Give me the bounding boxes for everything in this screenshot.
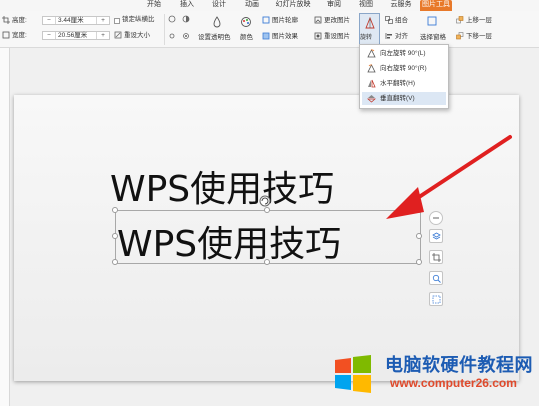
group-button[interactable]: 组合: [395, 16, 408, 25]
watermark-url: www.computer26.com: [390, 376, 517, 390]
tab-insert[interactable]: 插入: [175, 0, 199, 11]
picture-adjust-icon[interactable]: [168, 15, 176, 23]
color-button[interactable]: 颜色: [240, 33, 253, 42]
rotate-handle-icon[interactable]: [258, 194, 272, 208]
ribbon-toolbar: 高度: − 3.44厘米 + 宽度: − 20.56厘米 + 锁定纵横比 重设大…: [0, 11, 539, 48]
send-backward-button[interactable]: 下移一层: [466, 32, 492, 41]
tab-design[interactable]: 设计: [207, 0, 231, 11]
width-decrease-button[interactable]: −: [43, 32, 55, 40]
picture-effect-icon[interactable]: [262, 32, 270, 40]
watermark-title: 电脑软硬件教程网: [385, 355, 533, 375]
bring-forward-icon[interactable]: [456, 16, 464, 24]
crop-float-icon: [432, 253, 441, 262]
menu-item-flip-vertical[interactable]: 垂直翻转(V): [362, 92, 446, 105]
resize-handle-top-right[interactable]: [416, 207, 422, 213]
reset-picture-icon[interactable]: [314, 32, 322, 40]
contrast-icon[interactable]: [182, 15, 190, 23]
slide-canvas[interactable]: WPS使用技巧 WPS使用技巧: [14, 95, 519, 381]
resize-handle-bottom[interactable]: [264, 259, 270, 265]
height-increase-button[interactable]: +: [97, 17, 109, 25]
height-label: 高度:: [12, 17, 27, 24]
height-decrease-button[interactable]: −: [43, 17, 55, 25]
crop-float-button[interactable]: [429, 250, 443, 264]
menu-item-flip-horizontal[interactable]: 水平翻转(H): [362, 77, 446, 90]
layers-icon: [432, 232, 441, 240]
menu-item-rotate-left[interactable]: 向左旋转 90°(L): [362, 47, 446, 60]
lock-ratio-checkbox[interactable]: [114, 18, 120, 24]
tab-picture-tools[interactable]: 图片工具: [420, 0, 452, 11]
align-button[interactable]: 对齐: [395, 32, 408, 41]
picture-effect-button[interactable]: 图片效果: [272, 32, 298, 41]
menu-item-flip-vertical-label: 垂直翻转(V): [380, 95, 415, 102]
group-icon[interactable]: [385, 16, 393, 24]
crop-icon[interactable]: [2, 16, 10, 24]
height-value[interactable]: 3.44厘米: [55, 17, 97, 24]
menu-item-rotate-left-label: 向左旋转 90°(L): [380, 50, 426, 57]
color-icon[interactable]: [240, 16, 252, 28]
slide-thumbnail-panel[interactable]: [0, 48, 10, 406]
collapse-button[interactable]: [429, 211, 443, 225]
minus-icon: [433, 217, 439, 219]
picture-outline-icon[interactable]: [262, 16, 270, 24]
reset-size-icon[interactable]: [114, 31, 122, 39]
width-label: 宽度:: [12, 32, 27, 39]
compress-icon[interactable]: [182, 32, 190, 40]
resize-handle-top[interactable]: [264, 207, 270, 213]
picture-grid-icon: [432, 295, 441, 304]
resize-handle-bottom-right[interactable]: [416, 259, 422, 265]
width-value[interactable]: 20.56厘米: [55, 32, 97, 39]
selected-picture[interactable]: WPS使用技巧: [115, 210, 421, 265]
resize-handle-left[interactable]: [112, 233, 118, 239]
selection-pane-button[interactable]: 选择窗格: [420, 33, 446, 42]
resize-handle-top-left[interactable]: [112, 207, 118, 213]
reset-picture-button[interactable]: 重设图片: [324, 32, 350, 41]
rotate-right-icon: [367, 64, 376, 73]
menu-item-flip-horizontal-label: 水平翻转(H): [380, 80, 416, 87]
rotate-label: 旋转: [360, 35, 373, 41]
brightness-icon[interactable]: [168, 32, 176, 40]
selection-pane-icon[interactable]: [426, 15, 438, 27]
lock-ratio-label: 锁定纵横比: [122, 16, 155, 23]
tab-slideshow[interactable]: 幻灯片放映: [273, 0, 313, 11]
align-icon[interactable]: [385, 32, 393, 40]
zoom-icon: [432, 274, 441, 283]
ribbon-tab-bar: 开始 插入 设计 动画 幻灯片放映 审阅 视图 云服务 图片工具: [0, 0, 539, 11]
menu-item-rotate-right[interactable]: 向右旋转 90°(R): [362, 62, 446, 75]
crop-tool-icon[interactable]: [2, 31, 10, 39]
tab-view[interactable]: 视图: [354, 0, 378, 11]
picture-outline-button[interactable]: 图片轮廓: [272, 16, 298, 25]
height-spinner[interactable]: − 3.44厘米 +: [42, 16, 110, 25]
flip-horizontal-icon: [368, 79, 376, 88]
tab-review[interactable]: 审阅: [322, 0, 346, 11]
rotate-button[interactable]: 旋转: [359, 13, 380, 45]
resize-handle-right[interactable]: [416, 233, 422, 239]
zoom-button[interactable]: [429, 271, 443, 285]
rotate-icon: [365, 17, 375, 29]
tab-home[interactable]: 开始: [142, 0, 166, 11]
width-increase-button[interactable]: +: [97, 32, 109, 40]
menu-item-rotate-right-label: 向右旋转 90°(R): [380, 65, 427, 72]
layers-button[interactable]: [429, 229, 443, 243]
width-spinner[interactable]: − 20.56厘米 +: [42, 31, 110, 40]
resize-handle-bottom-left[interactable]: [112, 259, 118, 265]
windows-logo-icon: [335, 355, 371, 393]
tab-cloud[interactable]: 云服务: [387, 0, 415, 11]
send-backward-icon[interactable]: [456, 32, 464, 40]
set-transparent-button[interactable]: 设置透明色: [198, 33, 231, 42]
rotate-dropdown-menu: 向左旋转 90°(L) 向右旋转 90°(R) 水平翻转(H) 垂直翻转(V): [359, 44, 449, 109]
flip-vertical-icon: [367, 95, 376, 103]
tab-animation[interactable]: 动画: [240, 0, 264, 11]
rotate-left-icon: [367, 49, 376, 58]
change-picture-icon[interactable]: [314, 16, 322, 24]
picture-tools-button[interactable]: [429, 292, 443, 306]
slide-title-text[interactable]: WPS使用技巧: [110, 160, 334, 212]
bring-forward-button[interactable]: 上移一层: [466, 16, 492, 25]
change-picture-button[interactable]: 更改图片: [324, 16, 350, 25]
picture-text: WPS使用技巧: [117, 224, 342, 265]
transparent-color-icon[interactable]: [212, 16, 222, 28]
reset-size-button[interactable]: 重设大小: [124, 31, 150, 40]
